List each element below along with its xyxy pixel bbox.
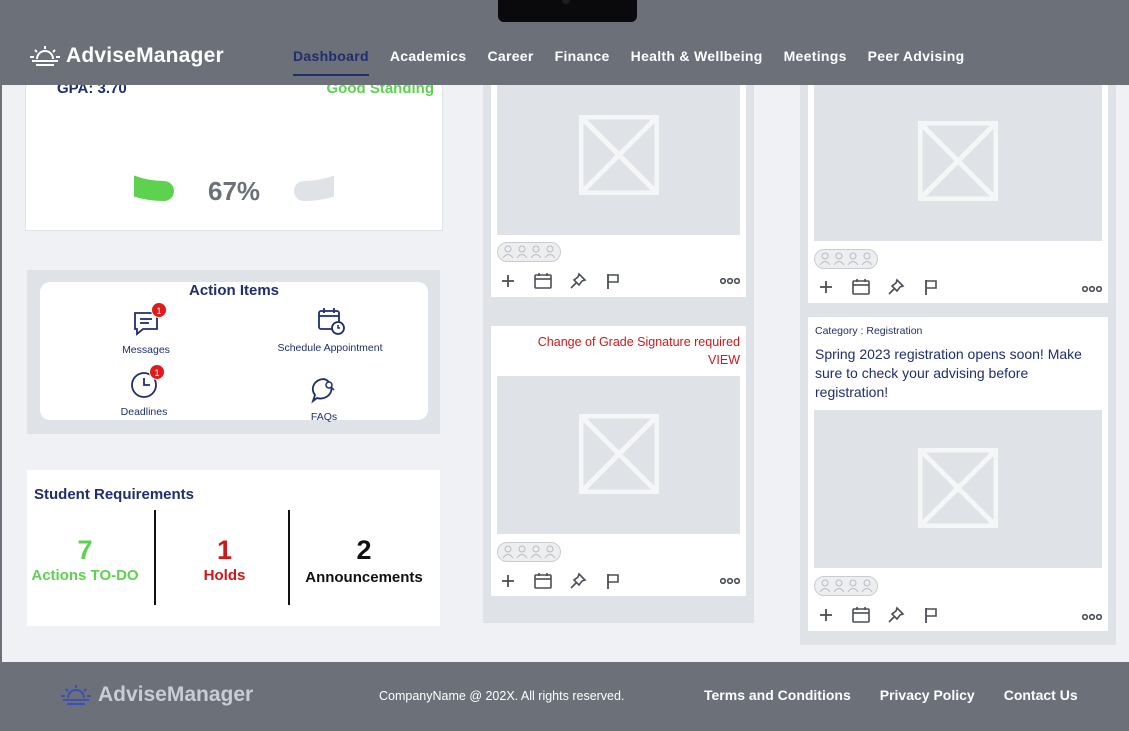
footer: AdviseManager CompanyName @ 202X. All ri… xyxy=(2,662,1129,731)
view-link[interactable]: VIEW xyxy=(538,351,740,369)
clock-icon: 1 xyxy=(129,364,165,400)
deadlines-label: Deadlines xyxy=(120,406,168,418)
messages-badge: 1 xyxy=(151,302,167,318)
faqs-button[interactable]: FAQs xyxy=(269,375,379,424)
flag-icon[interactable] xyxy=(921,605,941,625)
device-camera-notch xyxy=(498,0,637,22)
add-icon[interactable] xyxy=(816,605,836,625)
post-title[interactable]: Spring 2023 registration opens soon! Mak… xyxy=(815,345,1100,402)
holds-label: Holds xyxy=(203,567,246,584)
feed-post-registration: Category : Registration Spring 2023 regi… xyxy=(808,317,1108,631)
calendar-icon[interactable] xyxy=(851,605,871,625)
more-options-icon[interactable] xyxy=(1081,281,1103,299)
add-icon[interactable] xyxy=(816,277,836,297)
terms-link[interactable]: Terms and Conditions xyxy=(704,687,851,703)
post-alert: Change of Grade Signature required VIEW xyxy=(538,333,740,369)
post-toolbar xyxy=(816,605,956,625)
messages-label: Messages xyxy=(122,344,170,356)
progress-percent: 67% xyxy=(208,176,261,206)
image-placeholder-icon xyxy=(497,85,740,235)
feed-column-middle: Change of Grade Signature required VIEW xyxy=(483,85,754,623)
post-toolbar xyxy=(816,277,956,297)
flag-icon[interactable] xyxy=(603,271,623,291)
footer-links: Terms and Conditions Privacy Policy Cont… xyxy=(704,687,1107,703)
post-toolbar xyxy=(498,571,638,591)
actions-todo-count: 7 xyxy=(77,535,93,565)
participants-avatars[interactable] xyxy=(814,249,878,269)
nav-dashboard[interactable]: Dashboard xyxy=(293,48,369,76)
deadlines-button[interactable]: 1 Deadlines xyxy=(89,364,199,419)
student-requirements-card: Student Requirements 7 Actions TO-DO 1 H… xyxy=(27,470,440,626)
stat-divider xyxy=(288,510,290,605)
image-placeholder-icon xyxy=(814,410,1102,568)
calendar-icon[interactable] xyxy=(851,277,871,297)
feed-post xyxy=(491,85,746,297)
schedule-appointment-label: Schedule Appointment xyxy=(277,342,383,354)
nav-peer-advising[interactable]: Peer Advising xyxy=(868,48,965,76)
gpa-card: GPA: 3.70 Good Standing 67% xyxy=(25,11,443,231)
announcements-label: Announcements xyxy=(305,569,423,586)
action-items-card: Action Items 1 Messages Schedule Appoint… xyxy=(40,282,428,423)
pin-icon[interactable] xyxy=(886,277,906,297)
calendar-clock-icon xyxy=(315,306,345,336)
add-icon[interactable] xyxy=(498,271,518,291)
stat-divider xyxy=(154,510,156,605)
faqs-label: FAQs xyxy=(310,411,338,423)
nav-academics[interactable]: Academics xyxy=(390,48,467,76)
logo-text: AdviseManager xyxy=(66,44,224,67)
post-toolbar xyxy=(498,271,638,291)
image-placeholder-icon xyxy=(814,85,1102,241)
contact-link[interactable]: Contact Us xyxy=(1004,687,1078,703)
nav-finance[interactable]: Finance xyxy=(555,48,610,76)
feed-column-right: Category : Registration Spring 2023 regi… xyxy=(800,85,1116,645)
faq-search-icon xyxy=(309,375,339,405)
more-options-icon[interactable] xyxy=(719,273,741,291)
calendar-icon[interactable] xyxy=(533,271,553,291)
message-icon: 1 xyxy=(131,302,167,338)
holds-count: 1 xyxy=(216,535,233,565)
messages-button[interactable]: 1 Messages xyxy=(91,302,201,357)
flag-icon[interactable] xyxy=(603,571,623,591)
more-options-icon[interactable] xyxy=(1081,609,1103,627)
feed-post-grade-signature: Change of Grade Signature required VIEW xyxy=(491,326,746,596)
app-logo[interactable]: AdviseManager xyxy=(30,44,224,68)
sunrise-logo-icon xyxy=(61,685,91,705)
image-placeholder-icon xyxy=(497,376,740,534)
flag-icon[interactable] xyxy=(921,277,941,297)
sunrise-logo-icon xyxy=(30,46,60,66)
nav-career[interactable]: Career xyxy=(487,48,533,76)
pin-icon[interactable] xyxy=(886,605,906,625)
participants-avatars[interactable] xyxy=(814,576,878,596)
footer-logo-text: AdviseManager xyxy=(98,683,254,706)
nav-meetings[interactable]: Meetings xyxy=(784,48,847,76)
schedule-appointment-button[interactable]: Schedule Appointment xyxy=(275,306,385,355)
student-requirements-title: Student Requirements xyxy=(34,486,195,503)
copyright-text: CompanyName @ 202X. All rights reserved. xyxy=(379,689,625,703)
participants-avatars[interactable] xyxy=(497,542,561,562)
participants-avatars[interactable] xyxy=(497,242,561,262)
actions-todo-stat[interactable]: 7 Actions TO-DO xyxy=(31,533,139,584)
post-category: Category : Registration xyxy=(815,325,923,337)
action-items-title: Action Items xyxy=(188,282,279,299)
action-items-panel: Action Items 1 Messages Schedule Appoint… xyxy=(27,270,440,434)
app-screen: AdviseManager Dashboard Academics Career… xyxy=(2,0,1129,731)
announcements-stat[interactable]: 2 Announcements xyxy=(297,533,431,586)
feed-post xyxy=(808,85,1108,303)
add-icon[interactable] xyxy=(498,571,518,591)
deadlines-badge: 1 xyxy=(149,364,165,380)
announcements-count: 2 xyxy=(356,535,372,565)
footer-logo[interactable]: AdviseManager xyxy=(60,683,253,707)
more-options-icon[interactable] xyxy=(719,573,741,591)
actions-todo-label: Actions TO-DO xyxy=(31,567,139,584)
grade-signature-alert-text: Change of Grade Signature required xyxy=(537,335,740,349)
nav-health-wellbeing[interactable]: Health & Wellbeing xyxy=(631,48,763,76)
pin-icon[interactable] xyxy=(568,571,588,591)
main-nav: Dashboard Academics Career Finance Healt… xyxy=(293,48,985,76)
privacy-link[interactable]: Privacy Policy xyxy=(880,687,975,703)
calendar-icon[interactable] xyxy=(533,571,553,591)
holds-stat[interactable]: 1 Holds xyxy=(167,533,282,584)
pin-icon[interactable] xyxy=(568,271,588,291)
